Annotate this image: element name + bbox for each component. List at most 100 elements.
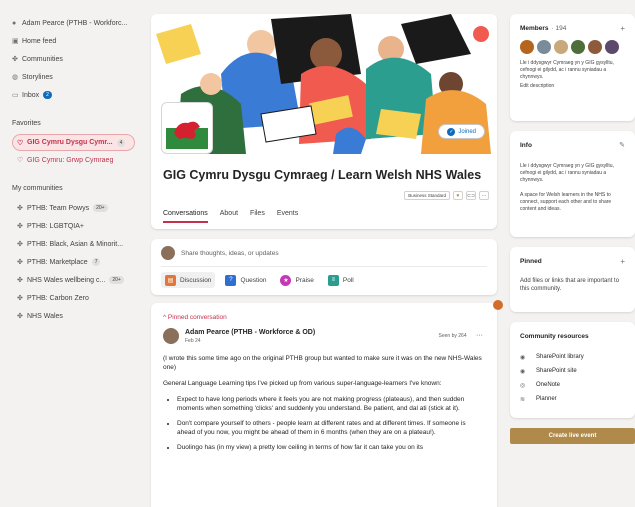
resources-heading: Community resources xyxy=(520,332,589,340)
poll-button[interactable]: ≡ Poll xyxy=(324,272,358,288)
poll-icon: ≡ xyxy=(327,274,339,286)
post-date: Feb 24 xyxy=(185,338,201,344)
community-item-label: PTHB: Team Powys xyxy=(27,204,90,212)
resource-sharepoint-library[interactable]: ◉ SharePoint library xyxy=(520,350,625,364)
community-item[interactable]: ✤ NHS Wales xyxy=(12,307,135,325)
info-header: Info ✎ xyxy=(520,139,625,151)
community-icon: ✤ xyxy=(17,241,23,248)
community-logo xyxy=(161,102,213,154)
notification-dot[interactable] xyxy=(493,300,503,310)
post-tips-list: Expect to have long periods where it fee… xyxy=(163,395,485,452)
nav-home-feed[interactable]: ▣ Home feed xyxy=(12,32,135,50)
edit-icon[interactable]: ✎ xyxy=(619,141,625,149)
community-tabs: Conversations About Files Events xyxy=(163,210,298,223)
composer-divider xyxy=(161,266,487,267)
add-member-icon[interactable]: + xyxy=(620,24,625,33)
discussion-button[interactable]: ▤ Discussion xyxy=(161,272,216,288)
more-icon[interactable]: ··· xyxy=(479,191,489,200)
member-avatars xyxy=(520,40,625,54)
praise-button[interactable]: ★ Praise xyxy=(276,272,317,288)
members-heading[interactable]: Members xyxy=(520,25,549,32)
post-intro: (I wrote this some time ago on the origi… xyxy=(163,355,482,371)
user-icon: ● xyxy=(12,19,17,27)
nav-inbox[interactable]: ▭ Inbox 2 xyxy=(12,86,135,104)
create-live-event-button[interactable]: Create live event xyxy=(510,428,635,444)
left-sidebar: ● Adam Pearce (PTHB - Workforc... ▣ Home… xyxy=(0,0,143,507)
nav-home-feed-label: Home feed xyxy=(22,37,57,45)
business-standard-badge: Business Standard xyxy=(404,191,450,200)
planner-icon: ≋ xyxy=(520,396,526,403)
add-pinned-icon[interactable]: + xyxy=(620,257,625,266)
community-item[interactable]: ✤ PTHB: Carbon Zero xyxy=(12,289,135,307)
resources-list: ◉ SharePoint library ◉ SharePoint site ◎… xyxy=(520,350,625,406)
avatar[interactable] xyxy=(163,328,179,344)
community-item[interactable]: ✤ PTHB: LGBTQIA+ xyxy=(12,217,135,235)
community-item-label: PTHB: LGBTQIA+ xyxy=(27,222,84,230)
resource-onenote[interactable]: ◎ OneNote xyxy=(520,378,625,392)
community-icon: ✤ xyxy=(17,205,23,212)
community-item[interactable]: ✤ PTHB: Black, Asian & Minorit... xyxy=(12,235,135,253)
tab-events[interactable]: Events xyxy=(277,210,298,223)
seen-count: Seen by 264 ··· xyxy=(439,331,483,341)
nav-profile-label: Adam Pearce (PTHB - Workforc... xyxy=(22,19,128,27)
joined-button[interactable]: ✓ Joined xyxy=(438,124,485,139)
welsh-flag-icon xyxy=(166,107,208,149)
favorite-item-dysgu[interactable]: ♡ GIG Cymru Dysgu Cymr... 4 xyxy=(12,134,135,151)
resource-sharepoint-site[interactable]: ◉ SharePoint site xyxy=(520,364,625,378)
community-item[interactable]: ✤ PTHB: Marketplace 7 xyxy=(12,253,135,271)
home-icon: ▣ xyxy=(12,38,19,45)
community-resources-card: Community resources ◉ SharePoint library… xyxy=(510,322,635,418)
community-item-label: PTHB: Marketplace xyxy=(27,258,88,266)
post-lead: General Language Learning tips I've pick… xyxy=(163,380,442,387)
joined-label: Joined xyxy=(458,128,476,135)
discussion-label: Discussion xyxy=(180,276,212,284)
heart-icon[interactable]: ♥ xyxy=(453,191,463,200)
tab-files[interactable]: Files xyxy=(250,210,265,223)
composer-actions: ▤ Discussion ? Question ★ Praise ≡ Poll xyxy=(161,272,487,288)
avatar[interactable] xyxy=(537,40,551,54)
tab-conversations[interactable]: Conversations xyxy=(163,210,208,223)
link-icon[interactable]: ⊂⊃ xyxy=(466,191,476,200)
heart-icon: ♡ xyxy=(17,157,24,164)
avatar xyxy=(161,246,175,260)
info-welsh-text: Lle i ddysgwyr Cymraeg yn y GIG gysylltu… xyxy=(520,163,614,183)
resource-label: SharePoint library xyxy=(536,354,584,360)
composer-input[interactable]: Share thoughts, ideas, or updates xyxy=(161,245,487,261)
avatar[interactable] xyxy=(554,40,568,54)
favorite-item-grwp[interactable]: ♡ GIG Cymru: Grwp Cymraeg xyxy=(12,151,135,169)
nav-profile[interactable]: ● Adam Pearce (PTHB - Workforc... xyxy=(12,14,135,32)
avatar[interactable] xyxy=(605,40,619,54)
resources-header: Community resources xyxy=(520,330,625,342)
community-title: GIG Cymru Dysgu Cymraeg / Learn Welsh NH… xyxy=(163,168,482,182)
avatar[interactable] xyxy=(520,40,534,54)
community-item[interactable]: ✤ NHS Wales wellbeing c... 20+ xyxy=(12,271,135,289)
composer-placeholder: Share thoughts, ideas, or updates xyxy=(181,249,279,257)
list-item: Duolingo has (in my view) a pretty low c… xyxy=(177,443,485,452)
community-count: 20+ xyxy=(93,204,108,212)
resource-planner[interactable]: ≋ Planner xyxy=(520,392,625,406)
community-icon: ✤ xyxy=(17,313,23,320)
favorite-item-label: GIG Cymru Dysgu Cymr... xyxy=(27,139,113,146)
nav-communities[interactable]: ✤ Communities xyxy=(12,50,135,68)
resource-label: OneNote xyxy=(536,382,561,388)
favorite-item-label: GIG Cymru: Grwp Cymraeg xyxy=(27,156,114,164)
avatar[interactable] xyxy=(571,40,585,54)
edit-description-link[interactable]: Edit description xyxy=(520,83,625,89)
community-item[interactable]: ✤ PTHB: Team Powys 20+ xyxy=(12,199,135,217)
author-name[interactable]: Adam Pearce (PTHB - Workforce & OD) xyxy=(185,328,315,337)
members-header: Members · 194 + xyxy=(520,22,625,34)
pinned-conversation-label[interactable]: ^ Pinned conversation xyxy=(163,313,485,322)
community-meta: Business Standard ♥ ⊂⊃ ··· xyxy=(404,191,489,200)
nav-storylines[interactable]: ◍ Storylines xyxy=(12,68,135,86)
community-item-label: PTHB: Black, Asian & Minorit... xyxy=(27,240,124,248)
poll-label: Poll xyxy=(342,276,354,284)
question-button[interactable]: ? Question xyxy=(221,272,270,288)
communities-icon: ✤ xyxy=(12,56,18,63)
avatar[interactable] xyxy=(588,40,602,54)
praise-label: Praise xyxy=(295,276,314,284)
praise-icon: ★ xyxy=(280,274,292,286)
community-icon: ✤ xyxy=(17,295,23,302)
more-options-icon[interactable]: ··· xyxy=(476,332,483,339)
tab-about[interactable]: About xyxy=(220,210,238,223)
pinned-header: Pinned + xyxy=(520,255,625,267)
